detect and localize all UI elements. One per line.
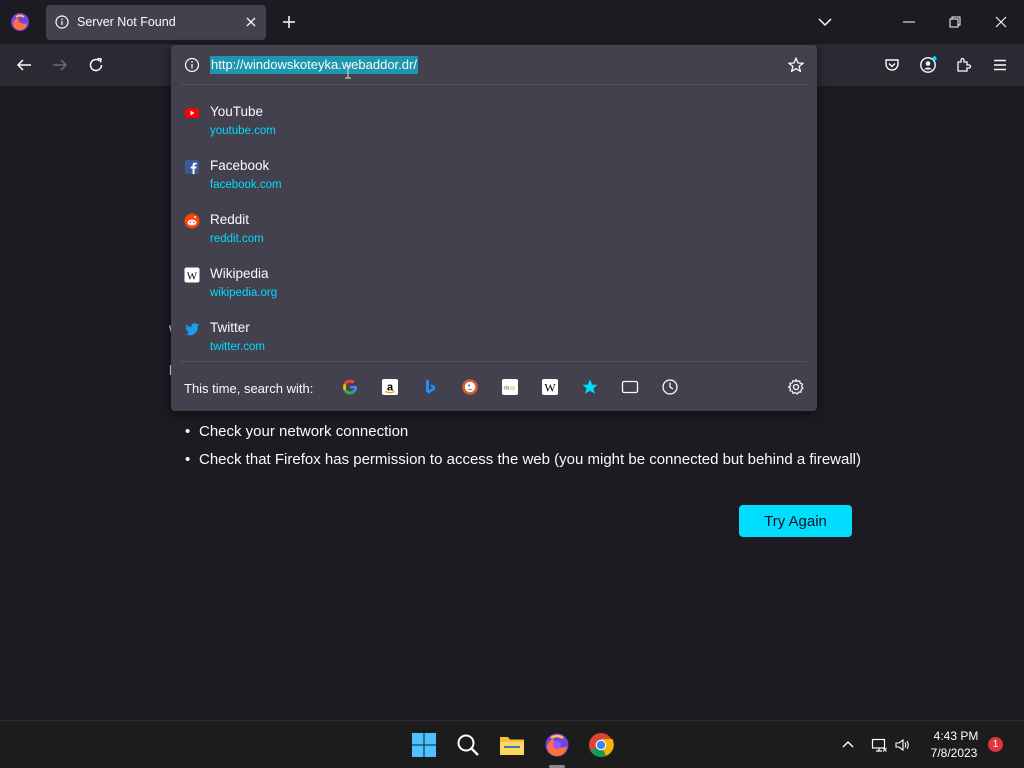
search-icon[interactable]	[455, 732, 481, 758]
bookmark-star-icon[interactable]	[787, 56, 805, 74]
new-tab-plus-icon[interactable]	[280, 13, 298, 31]
bing-icon[interactable]	[421, 378, 439, 396]
back-arrow-icon[interactable]	[15, 56, 33, 74]
chevron-down-icon[interactable]	[817, 14, 833, 30]
amazon-icon[interactable]: a	[381, 378, 399, 396]
suggestion-url: twitter.com	[210, 341, 265, 353]
suggestion-youtube[interactable]: YouTube youtube.com	[171, 97, 817, 149]
chevron-up-icon[interactable]	[840, 737, 856, 753]
wikipedia-icon[interactable]: W	[541, 378, 559, 396]
suggestion-title: Twitter	[210, 320, 250, 335]
restore-icon[interactable]	[946, 13, 964, 31]
try-again-button[interactable]: Try Again	[739, 505, 852, 537]
firefox-view-icon[interactable]	[10, 12, 30, 32]
hamburger-menu-icon[interactable]	[991, 56, 1009, 74]
notification-badge[interactable]: 1	[988, 737, 1003, 752]
bookmarks-icon[interactable]	[581, 378, 599, 396]
duckduckgo-icon[interactable]	[461, 378, 479, 396]
suggestion-title: Reddit	[210, 212, 250, 227]
chrome-icon[interactable]	[588, 732, 614, 758]
suggestion-title: YouTube	[210, 104, 264, 119]
search-with-label: This time, search with:	[184, 381, 314, 396]
history-icon[interactable]	[661, 378, 679, 396]
close-tab-icon[interactable]	[244, 15, 258, 29]
forward-arrow-icon[interactable]	[51, 56, 69, 74]
divider	[181, 361, 807, 362]
svg-text:W: W	[544, 381, 556, 395]
twitter-icon	[185, 323, 199, 336]
reload-icon[interactable]	[87, 56, 105, 74]
start-windows-icon[interactable]	[411, 732, 437, 758]
network-icon[interactable]	[871, 737, 887, 753]
suggestion-url: wikipedia.org	[210, 287, 278, 299]
tab-server-not-found[interactable]: Server Not Found	[46, 5, 266, 40]
suggestion-facebook[interactable]: Facebook facebook.com	[171, 151, 817, 203]
divider	[181, 84, 807, 85]
youtube-icon	[185, 108, 199, 118]
suggestion-reddit[interactable]: Reddit reddit.com	[171, 205, 817, 257]
suggestion-list: Check your network connection Check that…	[185, 422, 861, 478]
tab-strip: Server Not Found	[0, 0, 1024, 44]
svg-text:y: y	[512, 386, 515, 392]
svg-text:W: W	[187, 270, 198, 282]
ebay-icon[interactable]: e b a y	[501, 378, 519, 396]
account-icon[interactable]	[919, 56, 937, 74]
volume-icon[interactable]	[894, 737, 910, 753]
reddit-icon	[184, 213, 200, 229]
gear-icon[interactable]	[787, 378, 805, 396]
suggestion-url: reddit.com	[210, 233, 264, 245]
tabs-icon[interactable]	[621, 378, 639, 396]
wikipedia-icon: W	[184, 267, 200, 283]
site-info-icon[interactable]	[184, 57, 200, 73]
file-explorer-icon[interactable]	[499, 732, 525, 758]
text-cursor-icon	[345, 65, 351, 79]
url-input[interactable]: http://windowskoteyka.webaddor.dr/	[210, 56, 418, 74]
tab-title: Server Not Found	[77, 15, 176, 29]
suggestion-url: youtube.com	[210, 125, 276, 137]
suggestion-twitter[interactable]: Twitter twitter.com	[171, 313, 817, 365]
window-close-icon[interactable]	[992, 13, 1010, 31]
suggestion-wikipedia[interactable]: W Wikipedia wikipedia.org	[171, 259, 817, 311]
extensions-icon[interactable]	[955, 56, 973, 74]
taskbar: 4:43 PM 7/8/2023 1	[0, 720, 1024, 768]
clock-time[interactable]: 4:43 PM	[932, 729, 980, 743]
minimize-icon[interactable]	[900, 14, 918, 30]
urlbar-popup: http://windowskoteyka.webaddor.dr/ YouTu…	[171, 45, 817, 411]
info-icon	[55, 15, 69, 29]
suggestion-title: Wikipedia	[210, 266, 269, 281]
urlbar[interactable]: http://windowskoteyka.webaddor.dr/	[171, 45, 817, 85]
suggestion-url: facebook.com	[210, 179, 282, 191]
suggestion-title: Facebook	[210, 158, 270, 173]
clock-date[interactable]: 7/8/2023	[926, 746, 982, 760]
firefox-taskbar-icon[interactable]	[544, 732, 570, 758]
bullet-network: Check your network connection	[185, 422, 861, 450]
google-icon[interactable]	[341, 378, 359, 396]
facebook-icon	[185, 160, 199, 174]
bullet-permission: Check that Firefox has permission to acc…	[185, 450, 861, 478]
pocket-icon[interactable]	[883, 56, 901, 74]
